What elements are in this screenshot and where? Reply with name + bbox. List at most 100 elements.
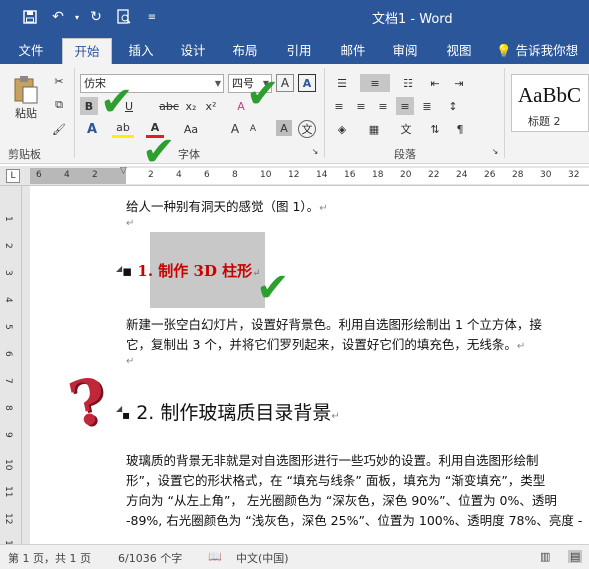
tab-home[interactable]: 开始 [62,38,112,64]
justify-icon[interactable]: ≡ [396,97,414,115]
heading-2[interactable]: ▪ 2. 制作玻璃质目录背景↵ [122,398,340,425]
text-line: 给人一种别有洞天的感觉（图 1）。 [126,199,320,214]
page-count[interactable]: 第 1 页，共 1 页 [8,550,91,566]
grow-font-button[interactable]: A [228,120,242,138]
line-spacing-icon[interactable]: ↕ [442,97,464,115]
tab-references[interactable]: 引用 [276,38,322,64]
tell-me-box[interactable]: 💡 告诉我你想要 [496,38,589,84]
numbering-icon[interactable]: ≡ [360,74,390,92]
paragraph-2-line4[interactable]: -89%, 右光圈颜色为 “浅灰色，深色 25%”、位置为 100%、透明度 7… [126,510,582,529]
clipboard-icon [14,76,38,104]
group-divider [74,68,75,158]
paragraph-intro[interactable]: 给人一种别有洞天的感觉（图 1）。↵ [126,196,328,215]
language-indicator[interactable]: 中文(中国) [236,550,289,566]
style-name: 标题 2 [528,115,561,128]
decrease-indent-icon[interactable]: ⇤ [426,74,444,92]
dialog-launcher-icon[interactable]: ↘ [310,146,320,156]
ruler-tick: 10 [260,170,272,180]
document-page[interactable]: 给人一种别有洞天的感觉（图 1）。↵ ↵ ◢ ▪ 1. 制作 3D 柱形↵ ✔ … [30,186,589,544]
ribbon-tabs: 文件 开始 插入 设计 布局 引用 邮件 审阅 视图 💡 告诉我你想要 [0,34,589,84]
subscript-button[interactable]: x₂ [182,97,200,115]
text-line: 它，复制出 3 个，并将它们罗列起来，设置好它们的填充色，无线条。 [126,337,517,352]
print-layout-icon[interactable]: ▤ [568,550,583,563]
tab-file[interactable]: 文件 [8,38,54,64]
group-divider [504,68,505,158]
dialog-launcher-icon[interactable]: ↘ [490,146,500,156]
save-icon[interactable] [16,3,44,31]
status-bar: 第 1 页，共 1 页 6/1036 个字 📖 中文(中国) ▥ ▤ [0,544,589,569]
ruler-tick: 24 [456,170,468,180]
word-count[interactable]: 6/1036 个字 [118,550,182,566]
ruler-tick: 6 [36,170,42,180]
style-heading2[interactable]: AaBbC 标题 2 [511,74,589,132]
align-right-icon[interactable]: ≡ [374,97,392,115]
proofing-icon[interactable]: 📖 [208,550,222,563]
paragraph-mark: ↵ [126,218,135,229]
change-case-button[interactable]: Aa [180,120,202,138]
bullets-icon[interactable]: ☰ [330,74,354,92]
paragraph-2-line3[interactable]: 方向为 “从左上角”， 左光圈颜色为 “深灰色，深色 90%”、位置为 0%、透… [126,490,557,509]
customize-qat-icon[interactable]: ≡ [138,3,166,31]
tab-design[interactable]: 设计 [170,38,216,64]
cut-icon[interactable]: ✂ [50,72,68,90]
superscript-button[interactable]: x² [202,97,220,115]
paste-button[interactable]: 粘贴 [8,72,44,124]
tab-mailings[interactable]: 邮件 [330,38,376,64]
shrink-font-button[interactable]: A [246,120,260,138]
copy-icon[interactable]: ⧉ [50,96,68,114]
multilevel-list-icon[interactable]: ☷ [396,74,420,92]
borders-icon[interactable]: ▦ [362,120,386,138]
vruler-tick: 7 [3,378,13,384]
format-painter-icon[interactable]: 🖌 [50,120,68,138]
read-mode-icon[interactable]: ▥ [540,550,550,563]
tab-review[interactable]: 审阅 [382,38,428,64]
ruler-tick: 2 [148,170,154,180]
align-left-icon[interactable]: ≡ [330,97,348,115]
asian-layout-icon[interactable]: 文 [394,120,418,138]
strikethrough-button[interactable]: abc [158,97,180,115]
font-group-label: 字体 [178,148,200,161]
ruler-tick: 20 [400,170,412,180]
vertical-ruler[interactable]: 12345678910111213 [0,186,22,551]
increase-indent-icon[interactable]: ⇥ [450,74,468,92]
quick-access-toolbar: ↶ ▾ ↻ ≡ [0,0,166,34]
vruler-tick: 1 [3,216,13,222]
tab-layout[interactable]: 布局 [222,38,268,64]
vruler-tick: 3 [3,270,13,276]
paragraph-2-line1[interactable]: 玻璃质的背景无非就是对自选图形进行一些巧妙的设置。利用自选图形绘制 [126,450,539,469]
paste-label: 粘贴 [15,107,37,120]
align-center-icon[interactable]: ≡ [352,97,370,115]
indent-marker-icon[interactable]: ▽ [120,166,127,176]
text-effects-icon[interactable]: A [298,74,316,92]
sort-icon[interactable]: ⇅ [426,120,444,138]
tab-view[interactable]: 视图 [436,38,482,64]
bold-button[interactable]: B [80,97,98,115]
horizontal-ruler[interactable]: L 6 4 2 2 4 6 8 10 12 14 16 18 20 22 24 26 28 30 32 ▽ [0,166,589,186]
paragraph-mark: ↵ [319,203,328,214]
vruler-tick: 10 [3,459,13,471]
paragraph-2-line2[interactable]: 形”，设置它的形状格式，在 “填充与线条” 面板，填充为 “渐变填充”，类型 [126,470,545,489]
title-bar: ↶ ▾ ↻ ≡ 文档1 - Word [0,0,589,34]
ruler-tick: 16 [344,170,356,180]
paragraph-1-line2[interactable]: 它，复制出 3 个，并将它们罗列起来，设置好它们的填充色，无线条。↵ [126,334,525,353]
heading-1-text: 1. 制作 3D 柱形 [137,262,253,280]
paragraph-1-line1[interactable]: 新建一张空白幻灯片，设置好背景色。利用自选图形绘制出 1 个立方体，接 [126,314,542,333]
chevron-down-icon[interactable]: ▾ [72,3,82,31]
chevron-down-icon: ▼ [214,79,221,88]
list-bullet: ▪ [122,262,133,280]
tab-selector-icon[interactable]: L [6,169,20,183]
tab-insert[interactable]: 插入 [118,38,164,64]
vruler-tick: 5 [3,324,13,330]
checkmark-icon: ✔ [256,265,290,311]
heading-1[interactable]: ▪ 1. 制作 3D 柱形↵ [122,260,261,281]
ruler-tick: 28 [512,170,524,180]
distribute-icon[interactable]: ≣ [418,97,436,115]
redo-icon[interactable]: ↻ [82,3,110,31]
character-shading-button[interactable]: A [276,120,292,136]
paragraph-mark: ↵ [516,341,526,352]
show-marks-icon[interactable]: ¶ [452,120,468,138]
shading-icon[interactable]: ◈ [330,120,354,138]
print-preview-icon[interactable] [110,3,138,31]
enclose-characters-button[interactable]: 文 [298,120,316,138]
undo-icon[interactable]: ↶ [44,3,72,31]
